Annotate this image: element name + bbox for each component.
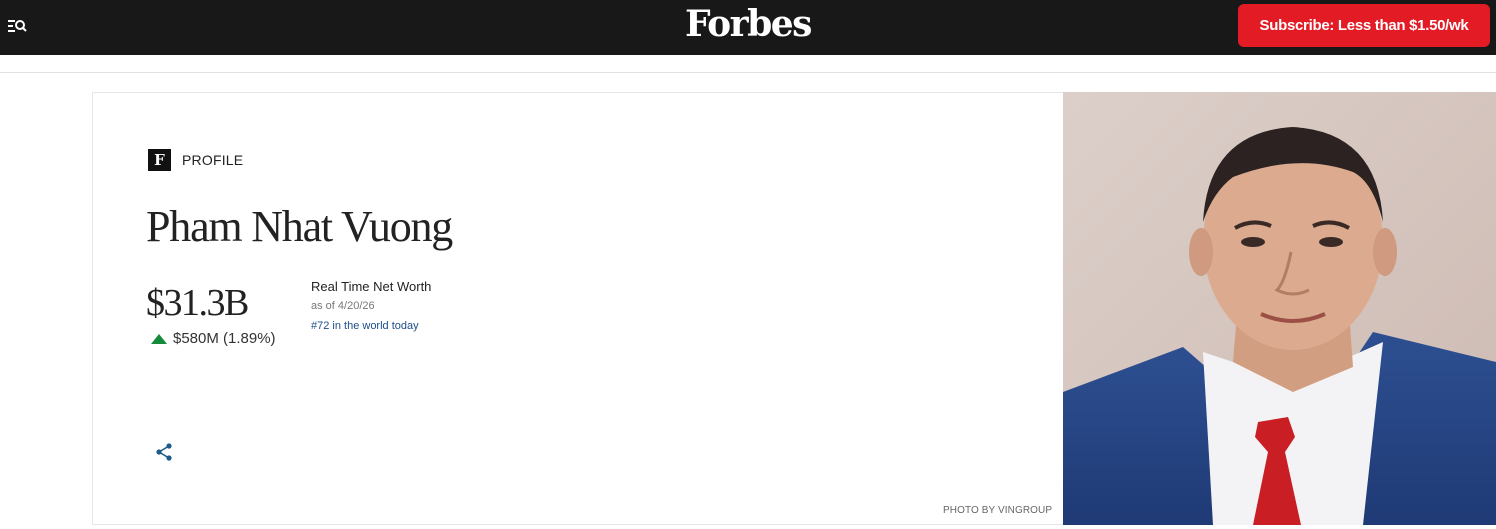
up-arrow-icon — [151, 333, 167, 344]
net-worth-value: $31.3B — [146, 282, 249, 324]
photo-credit: PHOTO BY VINGROUP — [943, 505, 1053, 516]
change-value: $580M (1.89%) — [173, 330, 276, 347]
real-time-net-worth-label: Real Time Net Worth — [311, 279, 432, 294]
profile-badge: F PROFILE — [148, 149, 243, 171]
world-rank-link[interactable]: #72 in the world today — [311, 320, 419, 332]
share-icon[interactable] — [152, 440, 176, 464]
net-worth-change: $580M (1.89%) — [151, 330, 276, 347]
profile-label: PROFILE — [182, 152, 244, 168]
as-of-date: as of 4/20/26 — [311, 300, 375, 312]
divider — [0, 72, 1496, 73]
profile-photo — [1063, 92, 1496, 525]
subscribe-button[interactable]: Subscribe: Less than $1.50/wk — [1238, 4, 1490, 47]
forbes-f-icon: F — [148, 149, 171, 171]
top-nav-bar: Forbes Subscribe: Less than $1.50/wk — [0, 0, 1496, 55]
person-name: Pham Nhat Vuong — [146, 202, 453, 251]
